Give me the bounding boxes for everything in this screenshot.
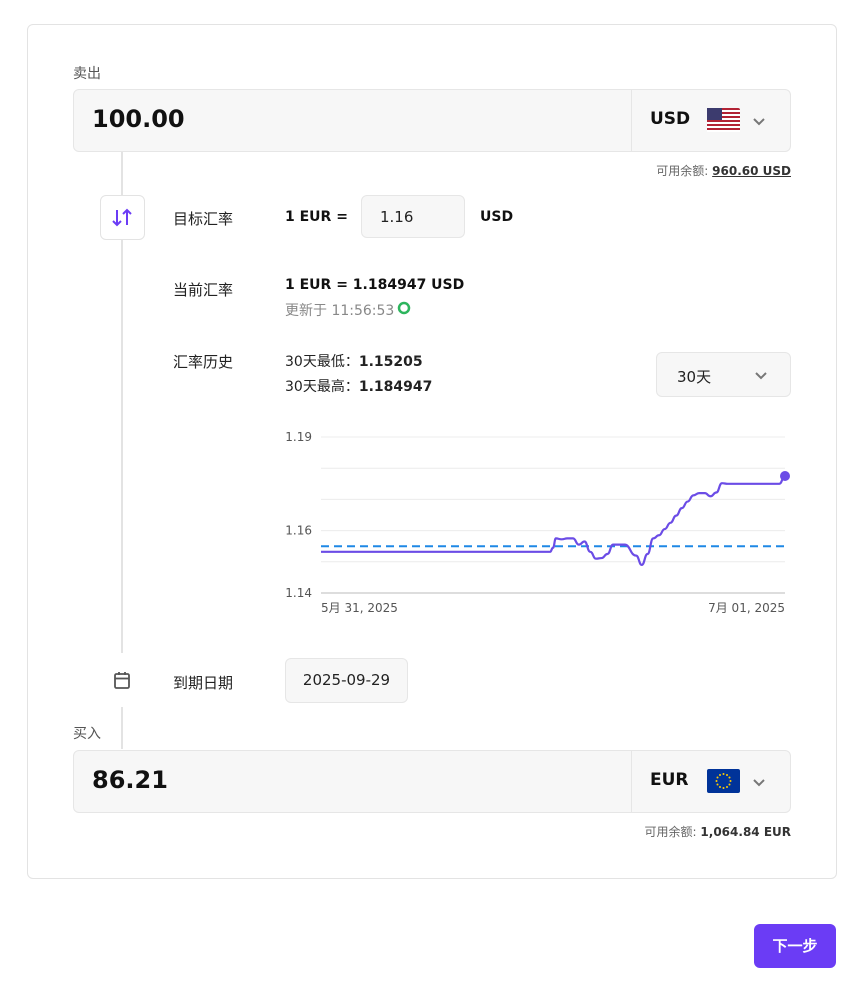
latest-rate-point	[780, 471, 790, 481]
rate-history-chart: 1.19 1.16 1.14 5月 31, 2025 7月 01, 2025	[285, 430, 790, 615]
eu-flag-icon	[707, 769, 740, 793]
connector-line	[121, 152, 123, 195]
next-button[interactable]: 下一步	[754, 924, 836, 968]
target-rate-input[interactable]: 1.16	[361, 195, 465, 238]
buy-balance-label: 可用余额:	[644, 825, 697, 839]
updated-time: 更新于 11:56:53	[285, 303, 395, 319]
sell-balance-link[interactable]: 960.60 USD	[712, 164, 791, 178]
chevron-down-icon	[755, 372, 767, 380]
buy-currency-code: EUR	[650, 770, 689, 790]
refresh-status-icon	[397, 301, 411, 315]
period-select[interactable]: 30天	[656, 352, 791, 397]
history-high-label: 30天最高：	[285, 379, 359, 395]
buy-balance-value: 1,064.84 EUR	[700, 825, 791, 839]
sell-amount-value[interactable]: 100.00	[92, 105, 185, 133]
sell-balance-label: 可用余额:	[656, 164, 709, 178]
sell-currency-select[interactable]: USD	[631, 90, 790, 151]
rate-series-line	[320, 474, 786, 567]
sell-currency-code: USD	[650, 109, 691, 129]
history-low-label: 30天最低：	[285, 354, 359, 370]
buy-balance: 可用余额: 1,064.84 EUR	[645, 823, 791, 840]
history-high: 30天最高：1.184947	[285, 376, 432, 396]
history-low: 30天最低：1.15205	[285, 351, 423, 371]
sell-label: 卖出	[73, 66, 101, 82]
chevron-down-icon	[753, 118, 765, 126]
buy-amount-value[interactable]: 86.21	[92, 766, 168, 794]
buy-amount-field[interactable]: 86.21 EUR	[73, 750, 791, 813]
expiry-label: 到期日期	[173, 674, 234, 692]
x-tick-label: 5月 31, 2025	[321, 601, 398, 615]
y-tick-label: 1.16	[285, 524, 312, 538]
target-rate-prefix: 1 EUR =	[285, 209, 348, 225]
sell-balance: 可用余额: 960.60 USD	[656, 162, 791, 179]
current-rate-value: 1 EUR = 1.184947 USD	[285, 277, 465, 293]
swap-arrows-icon	[112, 208, 132, 227]
calendar-icon	[114, 672, 130, 689]
period-value: 30天	[677, 368, 712, 386]
current-rate-label: 当前汇率	[173, 281, 234, 299]
expiry-date-input[interactable]: 2025-09-29	[285, 658, 408, 703]
sell-amount-field[interactable]: 100.00 USD	[73, 89, 791, 152]
target-rate-label: 目标汇率	[173, 210, 234, 228]
chevron-down-icon	[753, 779, 765, 787]
y-tick-label: 1.19	[285, 430, 312, 444]
y-tick-label: 1.14	[285, 586, 312, 600]
connector-line	[121, 707, 123, 749]
buy-currency-select[interactable]: EUR	[631, 751, 790, 812]
target-rate-suffix: USD	[480, 209, 514, 225]
history-label: 汇率历史	[173, 353, 234, 371]
buy-label: 买入	[73, 726, 101, 742]
history-high-value: 1.184947	[358, 379, 433, 395]
connector-line	[121, 239, 123, 653]
x-tick-label: 7月 01, 2025	[708, 601, 785, 615]
swap-button[interactable]	[100, 195, 145, 240]
history-low-value: 1.15205	[358, 354, 423, 370]
us-flag-icon	[707, 108, 740, 132]
